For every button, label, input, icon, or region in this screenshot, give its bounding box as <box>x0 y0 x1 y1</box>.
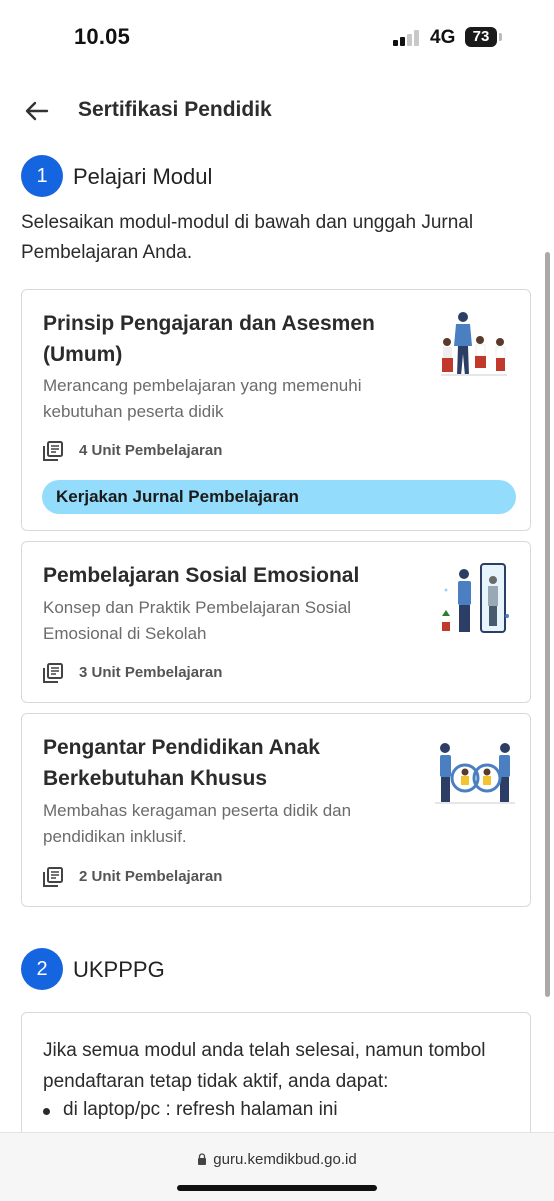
module-description: Konsep dan Praktik Pembelajaran Sosial E… <box>43 598 352 643</box>
step-2-badge: 2 <box>21 948 63 990</box>
module-description: Merancang pembelajaran yang memenuhi keb… <box>43 376 362 421</box>
step-1-instructions: Selesaikan modul-modul di bawah dan ungg… <box>21 212 474 263</box>
module-title: Pembelajaran Sosial Emosional <box>43 564 360 587</box>
inclusive-education-illustration <box>435 743 515 804</box>
ukpppg-instructions: Jika semua modul anda telah selesai, nam… <box>43 1040 486 1092</box>
url-display[interactable]: guru.kemdikbud.go.id <box>0 1151 554 1168</box>
battery-icon: 73 <box>465 27 502 47</box>
mirror-reflection-illustration <box>442 563 509 633</box>
list-item-text: di laptop/pc : refresh halaman ini <box>63 1099 338 1120</box>
module-title: Pengantar Pendidikan Anak Berkebutuhan K… <box>43 736 320 790</box>
cellular-signal-icon <box>393 30 423 46</box>
kerjakan-jurnal-button[interactable]: Kerjakan Jurnal Pembelajaran <box>42 480 516 514</box>
book-stack-icon <box>43 663 63 683</box>
browser-address-bar[interactable]: guru.kemdikbud.go.id <box>0 1132 554 1201</box>
teacher-students-illustration <box>441 312 507 376</box>
url-text: guru.kemdikbud.go.id <box>213 1151 357 1168</box>
step-1-title: Pelajari Modul <box>73 164 213 189</box>
book-stack-icon <box>43 441 63 461</box>
unit-count: 3 Unit Pembelajaran <box>79 664 223 681</box>
step-1-badge: 1 <box>21 155 63 197</box>
battery-level: 73 <box>465 27 497 47</box>
module-title: Prinsip Pengajaran dan Asesmen (Umum) <box>43 312 375 366</box>
home-indicator <box>177 1185 377 1191</box>
step-2-title: UKPPPG <box>73 957 165 982</box>
scrollbar[interactable] <box>545 252 550 997</box>
back-arrow-icon[interactable] <box>22 96 52 126</box>
app-header: Sertifikasi Pendidik <box>0 88 554 134</box>
book-stack-icon <box>43 867 63 887</box>
module-card-anak-berkebutuhan-khusus[interactable]: Pengantar Pendidikan Anak Berkebutuhan K… <box>21 713 531 907</box>
module-card-prinsip-pengajaran[interactable]: Prinsip Pengajaran dan Asesmen (Umum) Me… <box>21 289 531 531</box>
status-time: 10.05 <box>74 24 131 49</box>
page-title: Sertifikasi Pendidik <box>78 98 272 121</box>
network-type: 4G <box>430 27 456 48</box>
unit-count: 4 Unit Pembelajaran <box>79 442 223 459</box>
status-bar: 10.05 4G 73 <box>0 0 554 76</box>
module-description: Membahas keragaman peserta didik dan pen… <box>43 801 352 846</box>
unit-count: 2 Unit Pembelajaran <box>79 868 223 885</box>
lock-icon <box>198 1153 207 1165</box>
module-card-sosial-emosional[interactable]: Pembelajaran Sosial Emosional Konsep dan… <box>21 541 531 703</box>
